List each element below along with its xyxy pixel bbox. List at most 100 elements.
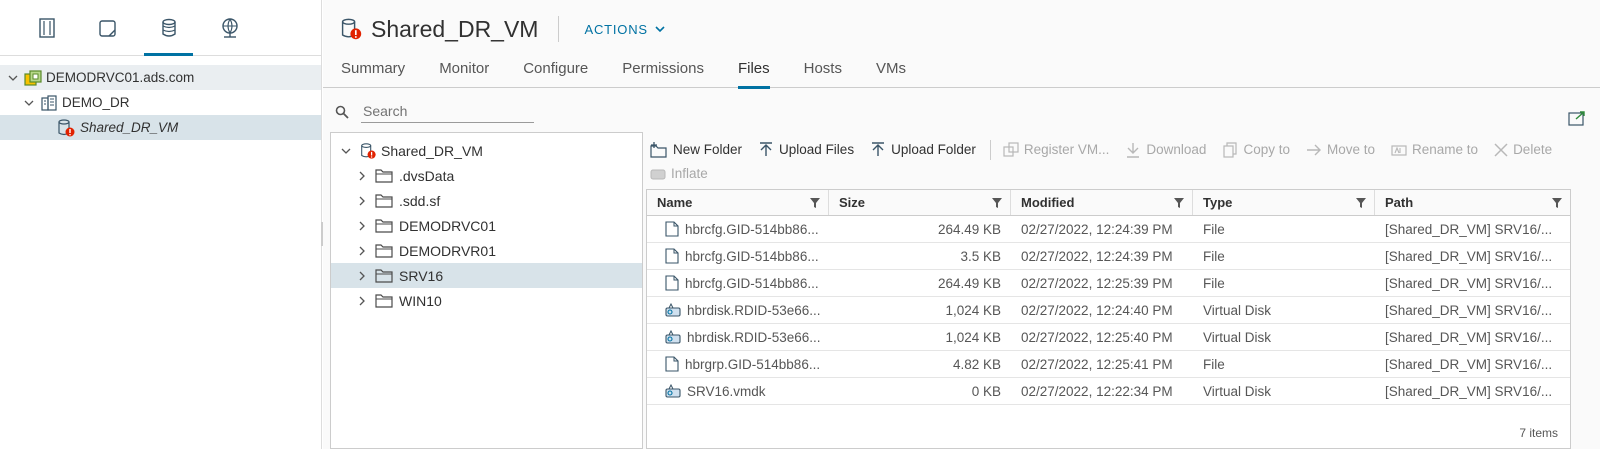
folder-tree-item[interactable]: SRV16 — [331, 263, 642, 288]
cell-name: hbrcfg.GID-514bb86... — [647, 248, 829, 264]
chevron-down-icon[interactable] — [22, 96, 36, 110]
datastore-alert-icon — [361, 142, 376, 159]
tab-monitor[interactable]: Monitor — [439, 58, 489, 88]
item-count: 7 items — [1519, 426, 1558, 440]
cell-modified: 02/27/2022, 12:25:39 PM — [1021, 275, 1173, 291]
tab-networking[interactable] — [199, 0, 260, 56]
inflate-button[interactable]: Inflate — [650, 164, 708, 183]
folder-tree-item[interactable]: WIN10 — [331, 288, 642, 313]
new-folder-button[interactable]: New Folder — [650, 140, 742, 159]
table-row[interactable]: hbrdisk.RDID-53e66... 1,024 KB 02/27/2022,… — [647, 324, 1570, 351]
tree-item-datastore[interactable]: Shared_DR_VM — [0, 115, 321, 140]
chevron-right-icon[interactable] — [355, 219, 369, 233]
export-icon[interactable] — [1568, 110, 1586, 126]
chevron-down-icon[interactable] — [6, 71, 20, 85]
inventory-tree: DEMODRVC01.ads.com DEMO_DR Shared_DR_VM — [0, 56, 321, 140]
filter-icon[interactable] — [1552, 197, 1562, 208]
upload-icon — [872, 141, 885, 156]
folder-tree-root[interactable]: Shared_DR_VM — [331, 138, 642, 163]
folder-tree-item[interactable]: .dvsData — [331, 163, 642, 188]
table-row[interactable]: hbrdisk.RDID-53e66... 1,024 KB 02/27/2022,… — [647, 297, 1570, 324]
folder-label: DEMODRVC01 — [399, 217, 496, 234]
table-row[interactable]: hbrcfg.GID-514bb86... 3.5 KB 02/27/2022, 1… — [647, 243, 1570, 270]
delete-button[interactable]: Delete — [1494, 140, 1552, 159]
folder-label: .sdd.sf — [399, 192, 441, 209]
upload-files-button[interactable]: Upload Files — [758, 140, 854, 159]
chevron-right-icon[interactable] — [355, 294, 369, 308]
actions-menu-button[interactable]: ACTIONS — [584, 22, 665, 37]
cell-type: File — [1203, 221, 1225, 237]
cell-type: File — [1203, 356, 1225, 372]
copy-to-button[interactable]: Copy to — [1222, 140, 1290, 159]
folder-tree-root-label: Shared_DR_VM — [381, 142, 483, 159]
register-vm-icon — [1003, 141, 1019, 157]
download-button[interactable]: Download — [1125, 140, 1206, 159]
folder-label: SRV16 — [399, 267, 444, 284]
rename-to-label: Rename to — [1412, 142, 1479, 157]
folder-tree-item[interactable]: .sdd.sf — [331, 188, 642, 213]
register-vm-button[interactable]: Register VM... — [1003, 140, 1109, 159]
cell-type: Virtual Disk — [1203, 329, 1272, 345]
cell-modified: 02/27/2022, 12:24:39 PM — [1021, 221, 1173, 237]
chevron-right-icon[interactable] — [355, 269, 369, 283]
tab-files[interactable]: Files — [737, 58, 770, 89]
download-label: Download — [1146, 142, 1207, 157]
cell-size: 264.49 KB — [937, 221, 1001, 237]
filter-icon[interactable] — [992, 197, 1002, 208]
search-input[interactable] — [361, 101, 534, 123]
tab-storage[interactable] — [138, 0, 199, 56]
networking-icon — [221, 18, 238, 38]
tree-item-vcenter[interactable]: DEMODRVC01.ads.com — [0, 65, 321, 90]
chevron-down-icon[interactable] — [339, 144, 353, 158]
object-header: Shared_DR_VM ACTIONS — [323, 0, 1600, 58]
chevron-right-icon[interactable] — [355, 194, 369, 208]
folder-tree-item[interactable]: DEMODRVC01 — [331, 213, 642, 238]
file-icon — [665, 275, 679, 291]
file-name: hbrcfg.GID-514bb86... — [685, 248, 819, 264]
column-header-size[interactable]: Size — [829, 190, 1011, 215]
table-row[interactable]: hbrcfg.GID-514bb86... 264.49 KB 02/27/2022… — [647, 216, 1570, 243]
tab-permissions[interactable]: Permissions — [622, 58, 704, 88]
column-header-name[interactable]: Name — [647, 190, 829, 215]
column-header-type[interactable]: Type — [1193, 190, 1375, 215]
tab-vms-templates[interactable] — [77, 0, 138, 56]
copy-icon — [1223, 141, 1238, 158]
rename-to-button[interactable]: Rename to — [1391, 140, 1478, 159]
cell-path: [Shared_DR_VM] SRV16/... — [1385, 302, 1553, 318]
filter-icon[interactable] — [1174, 197, 1184, 208]
column-header-path[interactable]: Path — [1375, 190, 1570, 215]
move-to-button[interactable]: Move to — [1306, 140, 1375, 159]
cell-type: Virtual Disk — [1203, 302, 1272, 318]
tab-configure[interactable]: Configure — [523, 58, 588, 88]
cell-path: [Shared_DR_VM] SRV16/... — [1385, 221, 1553, 237]
file-name: hbrgrp.GID-514bb86... — [685, 356, 821, 372]
filter-icon[interactable] — [1356, 197, 1366, 208]
tab-summary[interactable]: Summary — [341, 58, 405, 88]
cell-size: 1,024 KB — [945, 329, 1001, 345]
search-bar — [335, 101, 534, 123]
table-row[interactable]: hbrcfg.GID-514bb86... 264.49 KB 02/27/2022… — [647, 270, 1570, 297]
inflate-icon — [650, 169, 666, 179]
chevron-right-icon[interactable] — [355, 244, 369, 258]
table-row[interactable]: SRV16.vmdk 0 KB 02/27/2022, 12:22:34 PM Vir… — [647, 378, 1570, 405]
page-title: Shared_DR_VM — [371, 15, 539, 42]
tab-vms[interactable]: VMs — [876, 58, 906, 88]
column-label: Type — [1203, 195, 1233, 210]
chevron-right-icon[interactable] — [355, 169, 369, 183]
tree-item-datacenter[interactable]: DEMO_DR — [0, 90, 321, 115]
filter-icon[interactable] — [810, 197, 820, 208]
cell-name: hbrcfg.GID-514bb86... — [647, 221, 829, 237]
folder-label: DEMODRVR01 — [399, 242, 496, 259]
new-folder-label: New Folder — [673, 142, 743, 157]
chevron-down-icon — [655, 26, 665, 33]
file-name: hbrdisk.RDID-53e66... — [687, 302, 821, 318]
folder-label: WIN10 — [399, 292, 442, 309]
upload-folder-button[interactable]: Upload Folder — [870, 140, 976, 159]
datastore-label: Shared_DR_VM — [80, 120, 179, 135]
column-header-modified[interactable]: Modified — [1011, 190, 1193, 215]
table-row[interactable]: hbrgrp.GID-514bb86... 4.82 KB 02/27/2022, … — [647, 351, 1570, 378]
tab-hosts[interactable]: Hosts — [804, 58, 842, 88]
folder-tree-item[interactable]: DEMODRVR01 — [331, 238, 642, 263]
tab-hosts-clusters[interactable] — [16, 0, 77, 56]
cell-path: [Shared_DR_VM] SRV16/... — [1385, 329, 1553, 345]
